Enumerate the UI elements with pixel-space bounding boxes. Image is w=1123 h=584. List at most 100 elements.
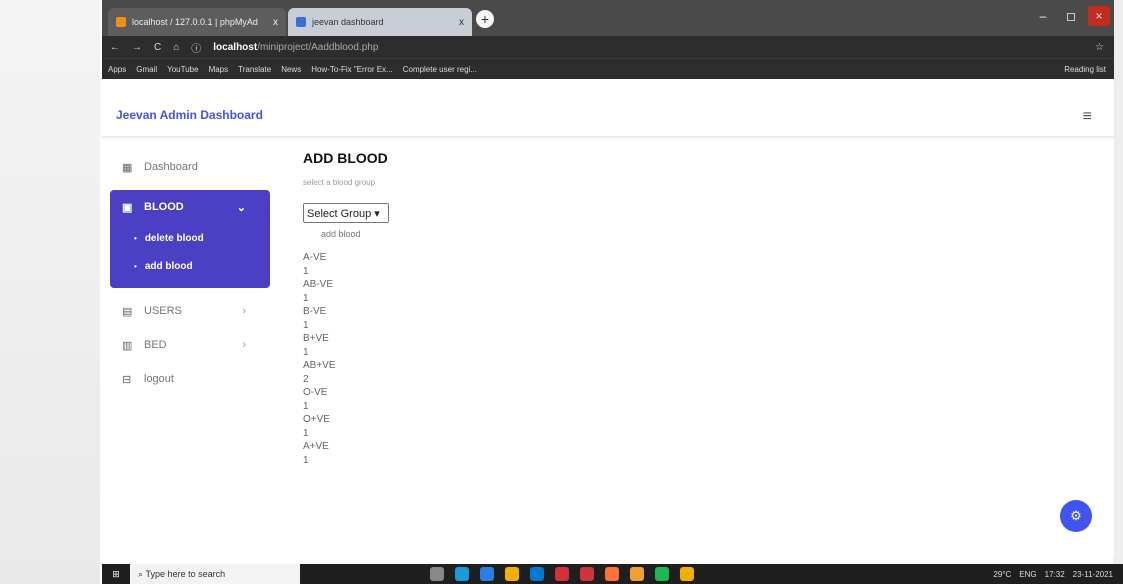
taskbar-app-icon[interactable] [655, 567, 669, 581]
bookmark-news[interactable]: News [281, 65, 301, 74]
bookmark-complete-user[interactable]: Complete user regi... [403, 65, 477, 74]
sidebar-item-dashboard[interactable]: ▦ Dashboard [110, 150, 270, 184]
background-photo-edge [0, 0, 100, 584]
sidebar-item-bed[interactable]: ▥ BED › [110, 328, 270, 362]
add-blood-button[interactable]: add blood [321, 229, 389, 239]
page-icon [296, 17, 306, 27]
windows-taskbar: ⊞ ⌕ Type here to search 29°C ENG 17:32 2… [102, 564, 1123, 584]
sidebar-item-blood[interactable]: ▣ BLOOD ⌄ [110, 190, 270, 224]
taskbar-app-icon[interactable] [555, 567, 569, 581]
bar-chart-icon: ▥ [122, 339, 133, 352]
close-tab-icon[interactable]: x [273, 17, 278, 28]
blood-group-name: O-VE [303, 387, 328, 398]
blood-group-list: A-VE 1 AB-VE 1 B-VE 1 B+VE 1 AB+VE 2 O-V… [303, 251, 389, 467]
blood-group-count: 1 [303, 428, 309, 439]
menu-toggle-icon[interactable]: ≡ [1083, 108, 1092, 126]
windows-start-icon[interactable]: ⊞ [102, 569, 130, 580]
tab-jeevan-dashboard[interactable]: jeevan dashboard x [288, 8, 472, 36]
language-indicator[interactable]: ENG [1019, 570, 1036, 579]
clock-time[interactable]: 17:32 [1045, 570, 1065, 579]
brand-title[interactable]: Jeevan Admin Dashboard [116, 108, 263, 122]
back-icon[interactable]: ← [110, 42, 120, 53]
blood-group-name: A+VE [303, 441, 329, 452]
close-tab-icon[interactable]: x [459, 17, 464, 28]
sidebar-item-label: BLOOD [144, 201, 184, 213]
blood-group-select[interactable]: Select Group ▾ [303, 203, 389, 223]
taskbar-app-icon[interactable] [480, 567, 494, 581]
calendar-icon: ▣ [122, 201, 133, 214]
bookmarks-bar: Apps Gmail YouTube Maps Translate News H… [102, 58, 1114, 79]
taskbar-app-icon[interactable] [430, 567, 444, 581]
tab-phpmyadmin[interactable]: localhost / 127.0.0.1 | phpMyAd x [108, 8, 286, 36]
main-content: ADD BLOOD select a blood group Select Gr… [303, 150, 389, 467]
table-icon: ▤ [122, 305, 133, 318]
blood-group-count: 1 [303, 320, 309, 331]
tab-label: jeevan dashboard [312, 17, 384, 27]
bookmark-gmail[interactable]: Gmail [136, 65, 157, 74]
bookmark-youtube[interactable]: YouTube [167, 65, 198, 74]
url-host[interactable]: localhost [213, 42, 257, 53]
sidebar-subitem-delete-blood[interactable]: delete blood [110, 224, 270, 252]
taskbar-apps [430, 567, 694, 581]
app-header: Jeevan Admin Dashboard ≡ [102, 78, 1114, 137]
url-path[interactable]: /miniproject/Aaddblood.php [257, 42, 378, 53]
bookmark-star-icon[interactable]: ☆ [1095, 42, 1104, 53]
chevron-right-icon: › [242, 305, 246, 317]
blood-group-name: AB+VE [303, 360, 336, 371]
tab-label: localhost / 127.0.0.1 | phpMyAd [132, 17, 258, 27]
blood-group-name: B-VE [303, 306, 327, 317]
bookmark-translate[interactable]: Translate [238, 65, 271, 74]
chevron-down-icon: ⌄ [236, 201, 246, 214]
reading-list-button[interactable]: Reading list [1064, 65, 1106, 74]
blood-group-name: A-VE [303, 252, 327, 263]
sidebar-group-blood: ▣ BLOOD ⌄ delete blood add blood [110, 190, 270, 288]
blood-group-count: 1 [303, 455, 309, 466]
background-photo-edge-right [1113, 0, 1123, 584]
taskbar-app-icon[interactable] [605, 567, 619, 581]
blood-group-count: 1 [303, 266, 309, 277]
select-hint: select a blood group [303, 178, 376, 187]
blood-group-name: AB-VE [303, 279, 334, 290]
logout-icon: ⊟ [122, 373, 132, 386]
blood-group-name: O+VE [303, 414, 330, 425]
close-window-button[interactable]: × [1088, 6, 1110, 26]
sidebar: ▦ Dashboard ▣ BLOOD ⌄ delete blood add b… [110, 150, 270, 396]
page-title: ADD BLOOD [303, 150, 388, 166]
address-bar: ← → C ⌂ ⓘ localhost /miniproject/Aaddblo… [102, 36, 1114, 58]
reload-icon[interactable]: C [154, 42, 161, 53]
bookmark-apps[interactable]: Apps [108, 65, 126, 74]
blood-group-count: 2 [303, 374, 309, 385]
info-icon[interactable]: ⓘ [191, 40, 201, 55]
search-icon: ⌕ [138, 568, 146, 579]
blood-group-count: 1 [303, 293, 309, 304]
taskbar-app-icon[interactable] [455, 567, 469, 581]
sidebar-item-logout[interactable]: ⊟ logout [110, 362, 270, 396]
blood-group-name: B+VE [303, 333, 329, 344]
sidebar-item-label: BED [144, 339, 167, 351]
maximize-button[interactable]: ◻ [1060, 6, 1082, 26]
taskbar-app-icon[interactable] [530, 567, 544, 581]
forward-icon[interactable]: → [132, 42, 142, 53]
clock-date[interactable]: 23-11-2021 [1073, 570, 1113, 579]
sidebar-item-label: Dashboard [144, 161, 198, 173]
search-placeholder: Type here to search [145, 569, 226, 579]
weather-temperature[interactable]: 29°C [993, 570, 1011, 579]
taskbar-app-icon[interactable] [505, 567, 519, 581]
sidebar-item-label: USERS [144, 305, 182, 317]
taskbar-app-icon[interactable] [680, 567, 694, 581]
sidebar-subitem-add-blood[interactable]: add blood [110, 252, 270, 280]
taskbar-search-input[interactable]: ⌕ Type here to search [130, 564, 300, 584]
sidebar-item-users[interactable]: ▤ USERS › [110, 294, 270, 328]
taskbar-app-icon[interactable] [580, 567, 594, 581]
home-icon[interactable]: ⌂ [173, 42, 179, 53]
bookmark-maps[interactable]: Maps [209, 65, 229, 74]
minimize-button[interactable]: – [1032, 6, 1054, 26]
taskbar-app-icon[interactable] [630, 567, 644, 581]
tab-bar: localhost / 127.0.0.1 | phpMyAd x jeevan… [102, 0, 1114, 36]
new-tab-button[interactable]: + [476, 10, 494, 28]
sidebar-item-label: logout [144, 373, 174, 385]
settings-fab-button[interactable]: ⚙ [1060, 500, 1092, 532]
grid-icon: ▦ [122, 161, 133, 174]
phpmyadmin-icon [116, 17, 126, 27]
bookmark-howto[interactable]: How-To-Fix "Error Ex... [311, 65, 393, 74]
